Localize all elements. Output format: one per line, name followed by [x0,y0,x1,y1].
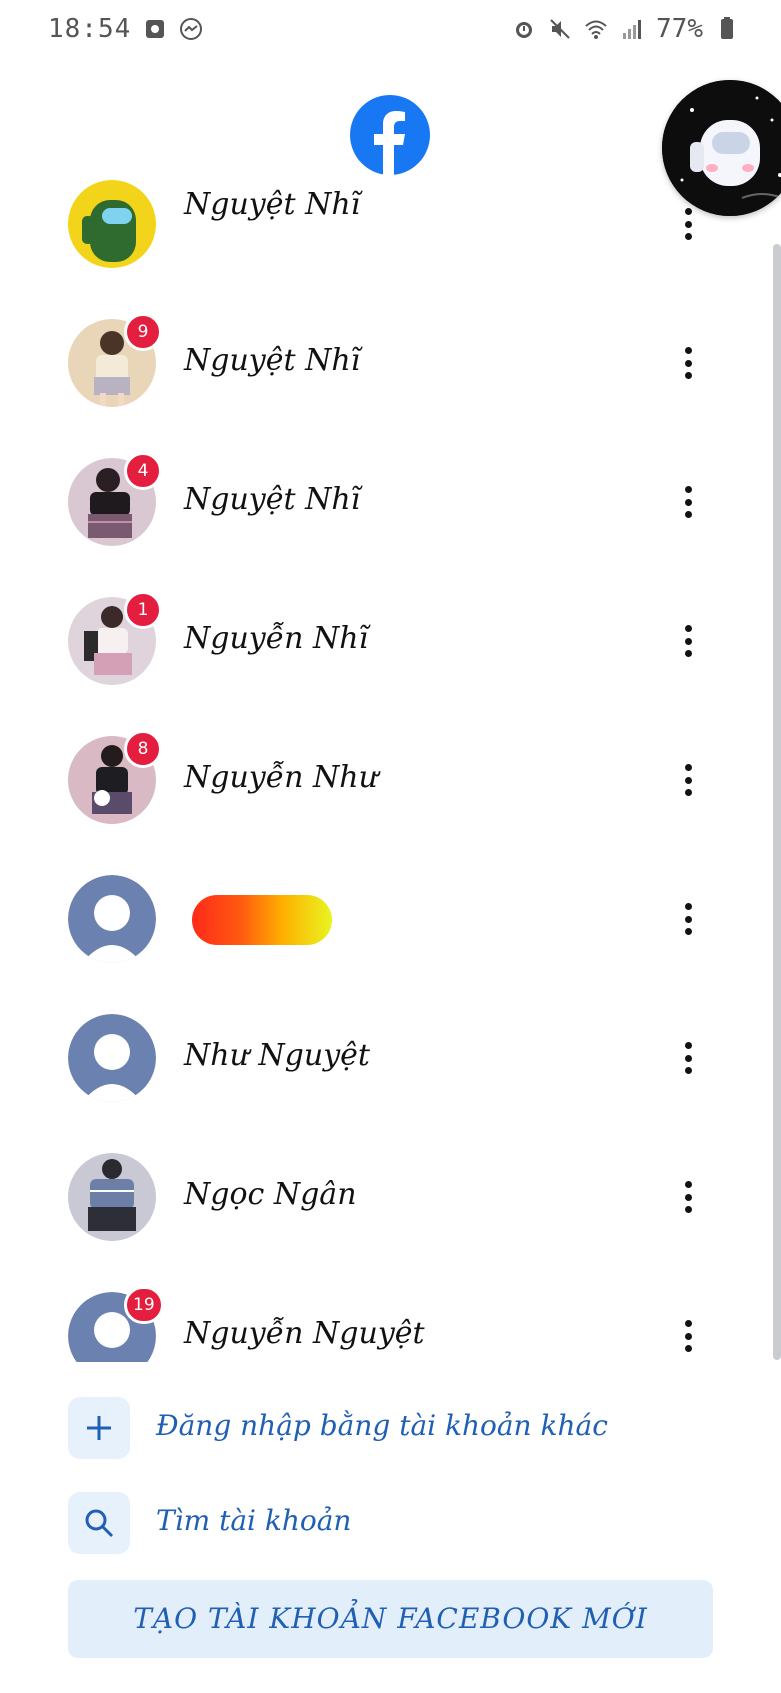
more-options-button[interactable] [676,1175,700,1219]
mute-icon [548,17,572,41]
avatar [68,180,156,268]
account-name: Như Nguyệt [184,1038,370,1073]
redaction-scribble [192,895,332,945]
status-bar: 18:54 77% [0,0,781,62]
notification-badge: 8 [124,730,162,768]
wifi-icon [584,17,608,41]
account-row[interactable]: Nguyệt Nhĩ [0,180,781,297]
notification-badge: 19 [124,1286,164,1324]
notification-badge: 1 [124,591,162,629]
account-name: Nguyệt Nhĩ [184,343,361,378]
account-row[interactable] [0,853,781,992]
more-options-button[interactable] [676,758,700,802]
account-row[interactable]: 9 Nguyệt Nhĩ [0,297,781,436]
account-name: Nguyễn Nguyệt [184,1316,425,1351]
account-row[interactable]: Như Nguyệt [0,992,781,1131]
avatar [68,1153,156,1241]
status-left: 18:54 [48,14,203,44]
status-right: 77% [512,14,739,44]
account-row[interactable]: Ngọc Ngân [0,1131,781,1270]
account-row[interactable]: 1 Nguyễn Nhĩ [0,575,781,714]
more-options-button[interactable] [676,897,700,941]
login-other-account-label: Đăng nhập bằng tài khoản khác [156,1409,608,1442]
more-options-button[interactable] [676,1036,700,1080]
default-avatar [68,875,156,963]
account-row[interactable]: 19 Nguyễn Nguyệt [0,1270,781,1362]
account-name: Nguyễn Nhĩ [184,621,369,656]
battery-icon [715,17,739,41]
default-avatar [68,1014,156,1102]
more-options-button[interactable] [676,341,700,385]
create-new-account-button[interactable]: TẠO TÀI KHOẢN FACEBOOK MỚI [68,1580,713,1658]
facebook-logo-icon [350,95,430,175]
alarm-icon [512,17,536,41]
find-account-row[interactable]: Tìm tài khoản [0,1488,781,1558]
account-name: Ngọc Ngân [184,1177,357,1212]
more-options-button[interactable] [676,619,700,663]
more-options-button[interactable] [676,480,700,524]
account-name: Nguyễn Như [184,760,378,795]
account-row[interactable]: 4 Nguyệt Nhĩ [0,436,781,575]
battery-percent: 77% [656,14,703,44]
status-time: 18:54 [48,14,132,44]
signal-icon [620,17,644,41]
account-name: Nguyệt Nhĩ [184,482,361,517]
plus-icon [68,1397,130,1459]
login-other-account-row[interactable]: Đăng nhập bằng tài khoản khác [0,1393,781,1463]
more-options-button[interactable] [676,1314,700,1358]
photo-notification-icon [143,17,167,41]
account-row[interactable]: 8 Nguyễn Như [0,714,781,853]
find-account-label: Tìm tài khoản [156,1504,352,1537]
account-name: Nguyệt Nhĩ [184,187,361,222]
search-icon [68,1492,130,1554]
messenger-notification-icon [179,17,203,41]
notification-badge: 9 [124,313,162,351]
notification-badge: 4 [124,452,162,490]
account-list: Nguyệt Nhĩ 9 Nguyệt Nhĩ 4 Nguyệt Nhĩ 1 N… [0,180,781,1362]
more-options-button[interactable] [676,202,700,246]
